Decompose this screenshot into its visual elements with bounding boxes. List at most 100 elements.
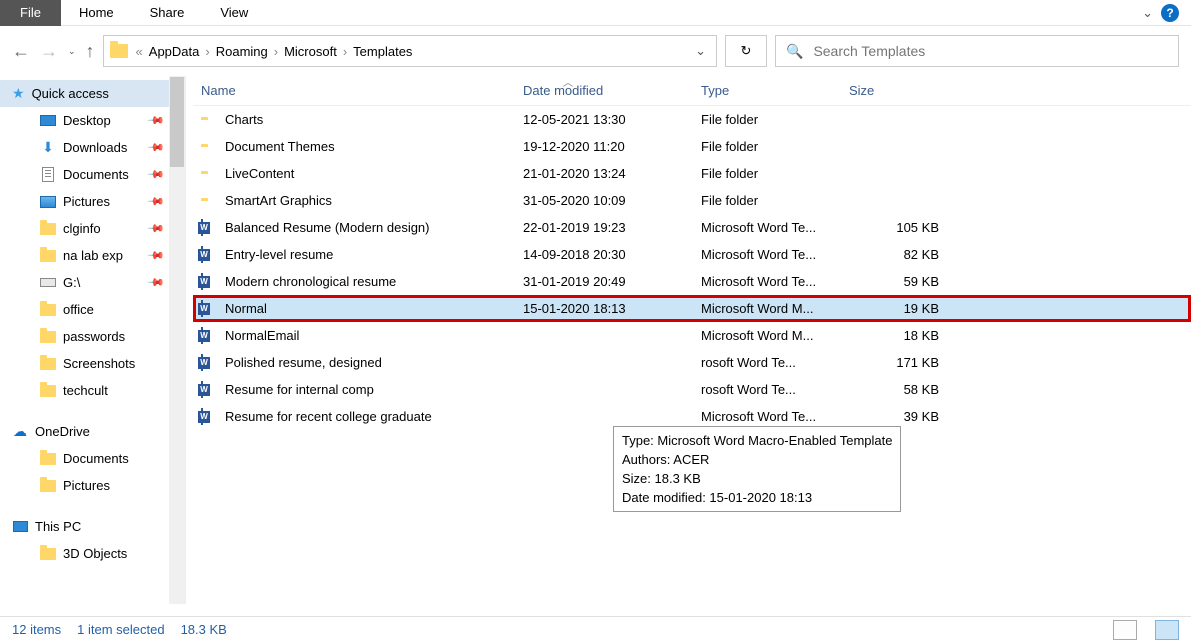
sort-indicator-icon: ︿ <box>563 74 573 89</box>
nav-item[interactable]: Pictures📌 <box>0 188 185 215</box>
file-row[interactable]: Normal15-01-2020 18:13Microsoft Word M..… <box>193 295 1191 322</box>
up-button[interactable]: ↑ <box>86 41 95 62</box>
file-row[interactable]: Resume for internal comprosoft Word Te..… <box>193 376 1191 403</box>
tooltip-size: Size: 18.3 KB <box>622 469 892 488</box>
file-row[interactable]: LiveContent21-01-2020 13:24File folder <box>193 160 1191 187</box>
nav-item[interactable]: Desktop📌 <box>0 107 185 134</box>
file-date: 22-01-2019 19:23 <box>523 220 701 235</box>
nav-quick-access[interactable]: ★ Quick access <box>0 80 185 107</box>
nav-onedrive[interactable]: ☁ OneDrive <box>0 418 185 445</box>
tab-share[interactable]: Share <box>132 0 203 26</box>
nav-item[interactable]: Screenshots <box>0 350 185 377</box>
nav-item[interactable]: G:\📌 <box>0 269 185 296</box>
file-type: Microsoft Word Te... <box>701 247 849 262</box>
breadcrumb-item[interactable]: Microsoft <box>280 44 341 59</box>
pin-icon: 📌 <box>147 219 166 238</box>
nav-item[interactable]: passwords <box>0 323 185 350</box>
pin-icon: 📌 <box>147 138 166 157</box>
file-date: 21-01-2020 13:24 <box>523 166 701 181</box>
nav-item[interactable]: Documents📌 <box>0 161 185 188</box>
nav-label: OneDrive <box>35 424 90 439</box>
navigation-pane: ★ Quick access Desktop📌⬇Downloads📌Docume… <box>0 76 185 604</box>
search-box[interactable]: 🔍 <box>775 35 1179 67</box>
history-dropdown[interactable]: ⌄ <box>68 47 76 55</box>
tab-home[interactable]: Home <box>61 0 132 26</box>
pane-divider[interactable] <box>185 76 193 604</box>
file-date: 15-01-2020 18:13 <box>523 301 701 316</box>
nav-item[interactable]: Pictures <box>0 472 185 499</box>
file-row[interactable]: Balanced Resume (Modern design)22-01-201… <box>193 214 1191 241</box>
breadcrumb-item[interactable]: Roaming <box>212 44 272 59</box>
star-icon: ★ <box>12 85 25 102</box>
nav-this-pc[interactable]: This PC <box>0 513 185 540</box>
file-type: Microsoft Word Te... <box>701 274 849 289</box>
help-icon[interactable]: ? <box>1161 4 1179 22</box>
col-date[interactable]: Date modified <box>523 83 701 98</box>
word-icon <box>201 409 203 424</box>
tooltip-authors: Authors: ACER <box>622 450 892 469</box>
breadcrumb[interactable]: « AppData › Roaming › Microsoft › Templa… <box>103 35 717 67</box>
file-row[interactable]: Polished resume, designedrosoft Word Te.… <box>193 349 1191 376</box>
file-name: Modern chronological resume <box>225 274 523 289</box>
search-input[interactable] <box>813 43 1178 59</box>
file-name: Resume for recent college graduate <box>225 409 523 424</box>
nav-item[interactable]: 3D Objects <box>0 540 185 567</box>
breadcrumb-dropdown[interactable]: ⌄ <box>695 43 716 59</box>
col-size[interactable]: Size <box>849 83 949 98</box>
nav-item-label: G:\ <box>63 275 80 290</box>
file-row[interactable]: Modern chronological resume31-01-2019 20… <box>193 268 1191 295</box>
file-date: 31-01-2019 20:49 <box>523 274 701 289</box>
file-row[interactable]: SmartArt Graphics31-05-2020 10:09File fo… <box>193 187 1191 214</box>
folder-icon <box>40 356 56 372</box>
pin-icon: 📌 <box>147 192 166 211</box>
search-icon: 🔍 <box>786 43 803 60</box>
folder-icon <box>40 546 56 562</box>
view-details-button[interactable] <box>1155 620 1179 640</box>
status-selected: 1 item selected <box>77 622 164 637</box>
file-size: 19 KB <box>849 301 939 316</box>
word-icon <box>201 220 203 235</box>
refresh-button[interactable]: ↻ <box>725 35 767 67</box>
breadcrumb-item[interactable]: AppData <box>145 44 204 59</box>
file-row[interactable]: NormalEmailMicrosoft Word M...18 KB <box>193 322 1191 349</box>
breadcrumb-sep: › <box>341 44 349 59</box>
status-count: 12 items <box>12 622 61 637</box>
tooltip-type: Type: Microsoft Word Macro-Enabled Templ… <box>622 431 892 450</box>
navpane-scrollbar[interactable] <box>169 76 185 604</box>
file-name: Entry-level resume <box>225 247 523 262</box>
col-name[interactable]: Name <box>201 83 523 98</box>
forward-button: → <box>40 41 58 62</box>
tooltip-date: Date modified: 15-01-2020 18:13 <box>622 488 892 507</box>
nav-item[interactable]: office <box>0 296 185 323</box>
file-name: SmartArt Graphics <box>225 193 523 208</box>
file-row[interactable]: Entry-level resume14-09-2018 20:30Micros… <box>193 241 1191 268</box>
tab-file[interactable]: File <box>0 0 61 26</box>
folder-icon <box>40 383 56 399</box>
file-date: 12-05-2021 13:30 <box>523 112 701 127</box>
back-button[interactable]: ← <box>12 41 30 62</box>
file-row[interactable]: Document Themes19-12-2020 11:20File fold… <box>193 133 1191 160</box>
nav-item[interactable]: na lab exp📌 <box>0 242 185 269</box>
nav-item[interactable]: clginfo 📌 <box>0 215 185 242</box>
download-icon: ⬇ <box>40 140 56 156</box>
nav-item[interactable]: ⬇Downloads📌 <box>0 134 185 161</box>
file-type: File folder <box>701 193 849 208</box>
nav-label: This PC <box>35 519 81 534</box>
drive-icon <box>40 275 56 291</box>
nav-item[interactable]: Documents <box>0 445 185 472</box>
col-type[interactable]: Type <box>701 83 849 98</box>
nav-item-label: clginfo <box>63 221 101 236</box>
file-type: Microsoft Word M... <box>701 301 849 316</box>
breadcrumb-overflow[interactable]: « <box>134 44 145 59</box>
tab-view[interactable]: View <box>202 0 266 26</box>
folder-icon <box>40 248 56 264</box>
nav-item[interactable]: techcult <box>0 377 185 404</box>
folder-icon <box>40 451 56 467</box>
view-large-icons-button[interactable] <box>1113 620 1137 640</box>
pin-icon: 📌 <box>147 111 166 130</box>
folder-icon <box>40 329 56 345</box>
file-row[interactable]: Charts12-05-2021 13:30File folder <box>193 106 1191 133</box>
file-size: 58 KB <box>849 382 939 397</box>
breadcrumb-item[interactable]: Templates <box>349 44 416 59</box>
ribbon-expand-chevron[interactable]: ⌄ <box>1142 5 1153 21</box>
